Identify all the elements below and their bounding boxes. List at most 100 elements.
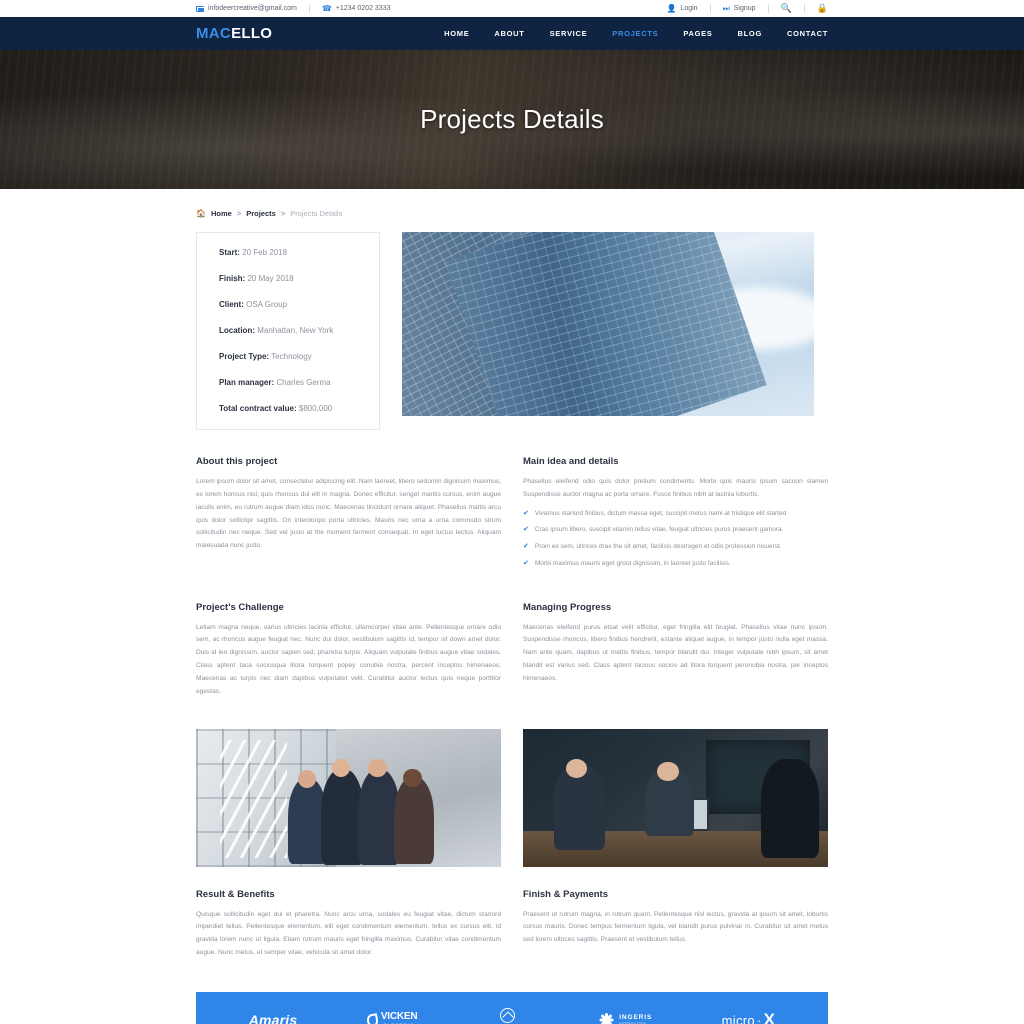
challenge-title: Project's Challenge [196, 601, 284, 613]
brand-microx-dot: · [756, 1012, 762, 1024]
info-value-type: Technology [269, 352, 312, 361]
breadcrumb-projects[interactable]: Projects [246, 209, 276, 218]
info-label-start: Start: [219, 248, 240, 257]
user-icon: 👤 [666, 3, 677, 13]
main-idea-title: Main idea and details [523, 456, 619, 467]
progress-body: Maecenas eleifend purus etsat velit effi… [523, 623, 828, 682]
info-value-client: OSA Group [243, 300, 288, 309]
info-row-start: Start: 20 Feb 2018 [219, 249, 379, 257]
brand-microx-name: micro [721, 1012, 755, 1024]
checklist-item: ✔ Proin ex sem, ultrices drax the sit ame… [523, 542, 828, 553]
about-section: About this project Lorem ipsum dolor sit… [196, 456, 501, 576]
info-row-client: Client: OSA Group [219, 301, 379, 309]
atlona-chevron-icon [500, 1008, 516, 1023]
finish-title: Finish & Payments [523, 888, 608, 900]
main-idea-checklist: ✔ Vivamus starlord finibus, dictum massa … [523, 509, 828, 570]
page-title: Projects Details [420, 104, 604, 134]
hero-banner: Projects Details [0, 50, 1024, 189]
info-value-start: 20 Feb 2018 [239, 248, 288, 257]
signup-button[interactable]: ⏭ Signup [722, 3, 756, 13]
info-value-value: $800,000 [296, 404, 333, 413]
nav-item-pages[interactable]: PAGES [683, 29, 712, 38]
checklist-item: ✔ Cras ipsum libero, suscipit vitamin tel… [523, 525, 828, 536]
challenge-body: Letiam magna neque, varius ultricies lac… [196, 623, 501, 695]
brand-logo-microx[interactable]: micro · X [722, 1010, 776, 1024]
site-logo[interactable]: MACELLO [196, 25, 272, 42]
info-label-client: Client: [219, 300, 244, 309]
topbar-email[interactable]: infodeercreative@gmail.com [196, 5, 297, 12]
nav-item-projects[interactable]: PROJECTS [612, 29, 658, 38]
info-row-finish: Finish: 20 May 2018 [219, 275, 379, 283]
brand-amaris-text: Amaris [248, 1012, 298, 1024]
main-idea-section: Main idea and details Phasellus eleifend… [523, 456, 828, 576]
about-title: About this project [196, 456, 278, 467]
check-icon: ✔ [523, 543, 529, 551]
login-button[interactable]: 👤 Login [666, 3, 698, 13]
challenge-and-progress-row: Project's Challenge Letiam magna neque, … [196, 602, 828, 699]
home-icon: 🏠 [196, 209, 206, 218]
topbar-phone[interactable]: ☎ +1234 0202 3333 [322, 4, 391, 13]
nav-item-home[interactable]: HOME [444, 29, 469, 38]
info-label-value: Total contract value: [219, 404, 297, 413]
finish-section: Finish & Payments Praesent ut rutrum mag… [523, 889, 828, 960]
progress-section: Managing Progress Maecenas eleifend puru… [523, 602, 828, 699]
main-idea-body: Phasellus eleifend odio quis dolor preti… [523, 478, 828, 498]
result-and-finish-row: Result & Benefits Quisque sollicitudin e… [196, 889, 828, 960]
login-label: Login [680, 5, 698, 12]
topbar-divider-3 [767, 4, 769, 13]
result-body: Quisque sollicitudin eget dui et pharetr… [196, 910, 501, 957]
check-icon: ✔ [523, 509, 529, 517]
brand-strip-wrapper: Amaris VICKEN ELECTRIC ATLONA [0, 992, 1024, 1024]
breadcrumb-home[interactable]: Home [211, 209, 232, 218]
nav-item-contact[interactable]: CONTACT [787, 29, 828, 38]
challenge-section: Project's Challenge Letiam magna neque, … [196, 602, 501, 699]
top-bar-account-group: 👤 Login ⏭ Signup 🔍 🔒 [666, 4, 828, 13]
info-row-location: Location: Manhattan, New York [219, 327, 379, 335]
checklist-item-text: Vivamus starlord finibus, dictum massa e… [534, 509, 787, 517]
progress-title: Managing Progress [523, 601, 612, 613]
nav-item-about[interactable]: ABOUT [494, 29, 524, 38]
check-icon: ✔ [523, 526, 529, 534]
breadcrumb-current: Projects Details [290, 209, 343, 218]
about-body: Lorem ipsum dolor sit amet, consectetur … [196, 478, 501, 550]
main-content: 🏠 Home > Projects > Projects Details Sta… [0, 189, 1024, 960]
info-value-finish: 20 May 2018 [245, 274, 294, 283]
breadcrumb: 🏠 Home > Projects > Projects Details [196, 189, 828, 232]
info-value-location: Manhattan, New York [255, 326, 334, 335]
brand-vicken-name: VICKEN [380, 1011, 418, 1023]
nav-item-blog[interactable]: BLOG [738, 29, 762, 38]
brand-microx-x: X [763, 1010, 776, 1024]
signup-label: Signup [733, 5, 756, 12]
breadcrumb-separator-1: > [236, 209, 242, 218]
info-row-type: Project Type: Technology [219, 353, 379, 361]
info-label-type: Project Type: [219, 352, 270, 361]
result-section: Result & Benefits Quisque sollicitudin e… [196, 889, 501, 960]
main-navigation-bar: MACELLO HOME ABOUT SERVICE PROJECTS PAGE… [0, 17, 1024, 50]
topbar-divider-4 [803, 4, 805, 13]
gallery-row [196, 728, 828, 867]
nav-item-service[interactable]: SERVICE [550, 29, 588, 38]
lock-icon[interactable]: 🔒 [817, 4, 828, 13]
top-bar: infodeercreative@gmail.com ☎ +1234 0202 … [0, 0, 1024, 17]
topbar-divider-2 [709, 4, 711, 13]
checklist-item-text: Proin ex sem, ultrices drax the sit amet… [534, 543, 782, 551]
brand-logo-vicken[interactable]: VICKEN ELECTRIC [365, 1012, 418, 1024]
pinwheel-icon [598, 1012, 614, 1024]
brand-vicken-text-group: VICKEN ELECTRIC [381, 1012, 418, 1024]
glass-skyscraper-photo [402, 232, 814, 416]
brand-logo-atlona[interactable]: ATLONA [487, 1008, 529, 1024]
brand-logo-ingeris[interactable]: INGERIS CONSULTING [598, 1012, 652, 1024]
info-label-finish: Finish: [219, 274, 246, 283]
search-icon[interactable]: 🔍 [781, 4, 792, 13]
topbar-divider-1 [308, 4, 310, 13]
breadcrumb-separator-2: > [280, 209, 286, 218]
brand-logo-amaris[interactable]: Amaris [249, 1012, 298, 1024]
checklist-item-text: Morbi maximus mauris eget groot dignissi… [534, 559, 731, 567]
logo-text-primary: MAC [196, 25, 232, 42]
info-value-manager: Charles Germa [274, 378, 331, 387]
info-row-manager: Plan manager: Charles Germa [219, 379, 379, 387]
result-title: Result & Benefits [196, 888, 275, 900]
signup-arrow-icon: ⏭ [722, 3, 730, 13]
logo-text-secondary: ELLO [231, 25, 273, 42]
mail-icon [196, 5, 204, 12]
